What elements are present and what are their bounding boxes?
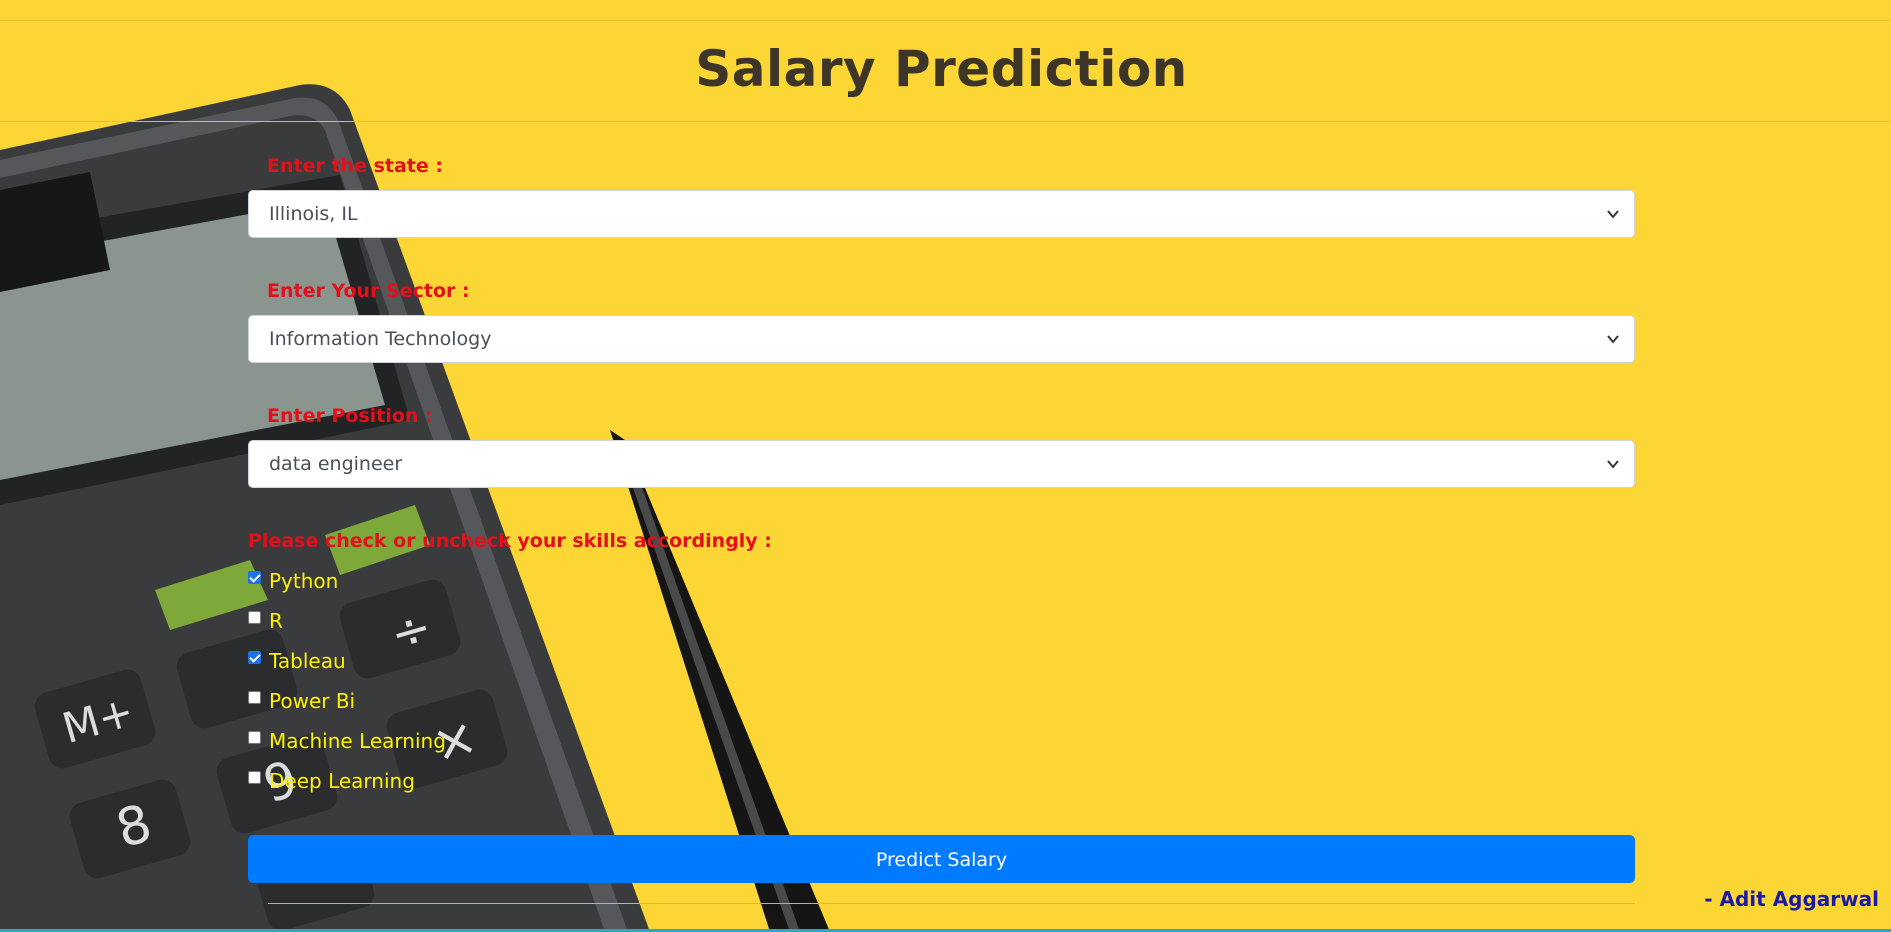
author-credit: - Adit Aggarwal [1704,887,1879,911]
position-select[interactable]: data engineer [248,440,1635,488]
state-label: Enter the state : [267,155,443,177]
skill-python-label: Python [269,569,339,593]
page-title: Salary Prediction [695,40,1188,98]
skill-r-label: R [269,609,283,633]
chevron-down-icon [1607,210,1619,219]
chevron-down-icon [1607,335,1619,344]
skill-power-bi-label: Power Bi [269,689,356,713]
skill-machine-learning-checkbox[interactable] [248,730,261,744]
skill-deep-learning-label: Deep Learning [269,769,415,793]
header-divider [0,121,1891,122]
top-divider [0,20,1891,21]
state-select[interactable]: Illinois, IL [248,190,1635,238]
position-label: Enter Position : [267,405,433,427]
skill-power-bi[interactable]: Power Bi [248,688,355,714]
skill-tableau-checkbox[interactable] [248,650,261,664]
skills-label: Please check or uncheck your skills acco… [248,530,772,552]
skill-r[interactable]: R [248,608,283,634]
skill-deep-learning[interactable]: Deep Learning [248,768,415,794]
position-select-value: data engineer [269,453,403,475]
predict-salary-button[interactable]: Predict Salary [248,835,1635,883]
sector-select-value: Information Technology [269,328,492,350]
skill-machine-learning[interactable]: Machine Learning [248,728,446,754]
state-select-value: Illinois, IL [269,203,358,225]
skill-r-checkbox[interactable] [248,610,261,624]
sector-label: Enter Your Sector : [267,280,470,302]
footer-divider [268,903,1635,904]
skill-python[interactable]: Python [248,568,338,594]
skill-tableau-label: Tableau [269,649,346,673]
skill-deep-learning-checkbox[interactable] [248,770,261,784]
skill-python-checkbox[interactable] [248,570,261,584]
skill-machine-learning-label: Machine Learning [269,729,446,753]
sector-select[interactable]: Information Technology [248,315,1635,363]
skill-power-bi-checkbox[interactable] [248,690,261,704]
skill-tableau[interactable]: Tableau [248,648,346,674]
chevron-down-icon [1607,460,1619,469]
